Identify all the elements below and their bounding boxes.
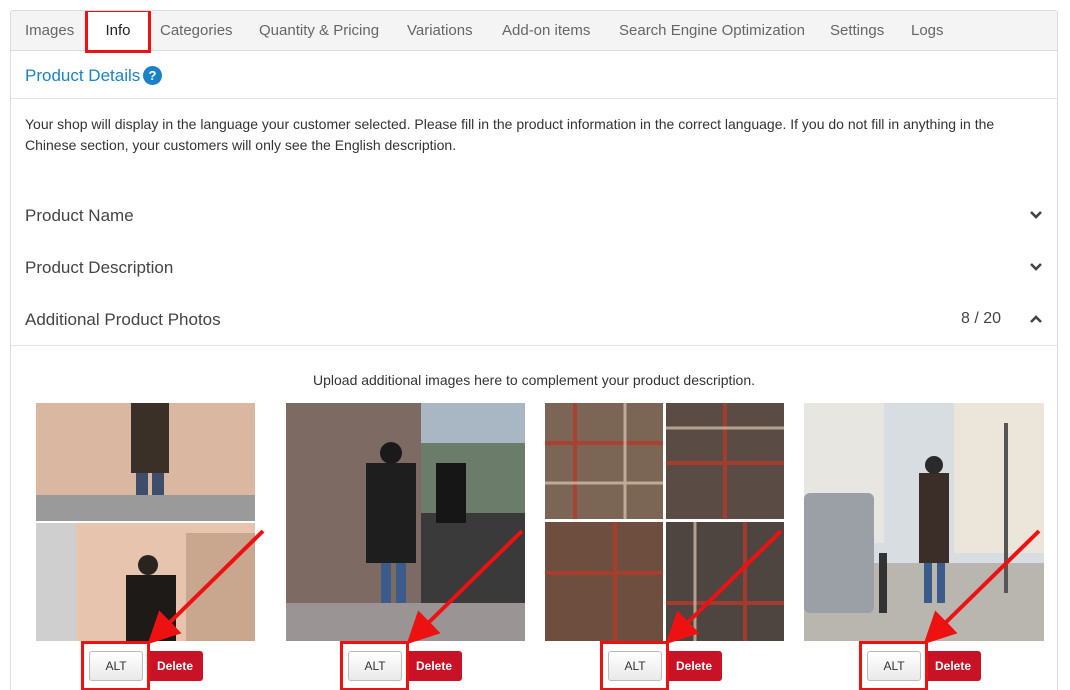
delete-button[interactable]: Delete bbox=[147, 651, 203, 681]
section-label: Additional Product Photos bbox=[25, 310, 221, 329]
chevron-down-icon bbox=[1030, 211, 1042, 219]
product-photo[interactable] bbox=[545, 403, 784, 641]
product-photo[interactable] bbox=[36, 403, 255, 641]
alt-button[interactable]: ALT bbox=[608, 651, 662, 681]
alt-button[interactable]: ALT bbox=[89, 651, 143, 681]
tab-categories[interactable]: Categories bbox=[160, 11, 233, 51]
delete-button[interactable]: Delete bbox=[925, 651, 981, 681]
alt-button[interactable]: ALT bbox=[867, 651, 921, 681]
photo-count: 8 / 20 bbox=[960, 310, 1001, 327]
product-details-header: Product Details ? bbox=[11, 52, 1057, 99]
product-details-title: Product Details bbox=[25, 66, 141, 85]
language-notice: Your shop will display in the language y… bbox=[25, 116, 995, 153]
tab-quantity-pricing[interactable]: Quantity & Pricing bbox=[259, 11, 379, 51]
tab-seo[interactable]: Search Engine Optimization bbox=[619, 11, 805, 51]
tab-images[interactable]: Images bbox=[25, 11, 74, 51]
tab-add-on-items[interactable]: Add-on items bbox=[502, 11, 590, 51]
section-product-description[interactable]: Product Description bbox=[11, 248, 1057, 288]
divider bbox=[11, 345, 1057, 346]
delete-button[interactable]: Delete bbox=[666, 651, 722, 681]
tab-info[interactable]: Info bbox=[87, 11, 149, 52]
chevron-up-icon bbox=[1030, 315, 1042, 323]
tab-variations[interactable]: Variations bbox=[407, 11, 473, 51]
delete-button[interactable]: Delete bbox=[406, 651, 462, 681]
section-label: Product Description bbox=[25, 258, 174, 277]
tab-settings[interactable]: Settings bbox=[830, 11, 884, 51]
section-additional-photos[interactable]: Additional Product Photos 8 / 20 bbox=[11, 300, 1057, 340]
upload-hint: Upload additional images here to complem… bbox=[312, 372, 756, 388]
section-label: Product Name bbox=[25, 206, 134, 225]
product-photo[interactable] bbox=[804, 403, 1044, 641]
chevron-down-icon bbox=[1030, 263, 1042, 271]
product-photo[interactable] bbox=[286, 403, 525, 641]
section-product-name[interactable]: Product Name bbox=[11, 196, 1057, 236]
tab-bar: Images Info Categories Quantity & Pricin… bbox=[11, 11, 1057, 52]
product-editor-panel: Images Info Categories Quantity & Pricin… bbox=[10, 10, 1058, 690]
alt-button[interactable]: ALT bbox=[348, 651, 402, 681]
tab-logs[interactable]: Logs bbox=[911, 11, 944, 51]
help-icon[interactable]: ? bbox=[143, 66, 162, 85]
